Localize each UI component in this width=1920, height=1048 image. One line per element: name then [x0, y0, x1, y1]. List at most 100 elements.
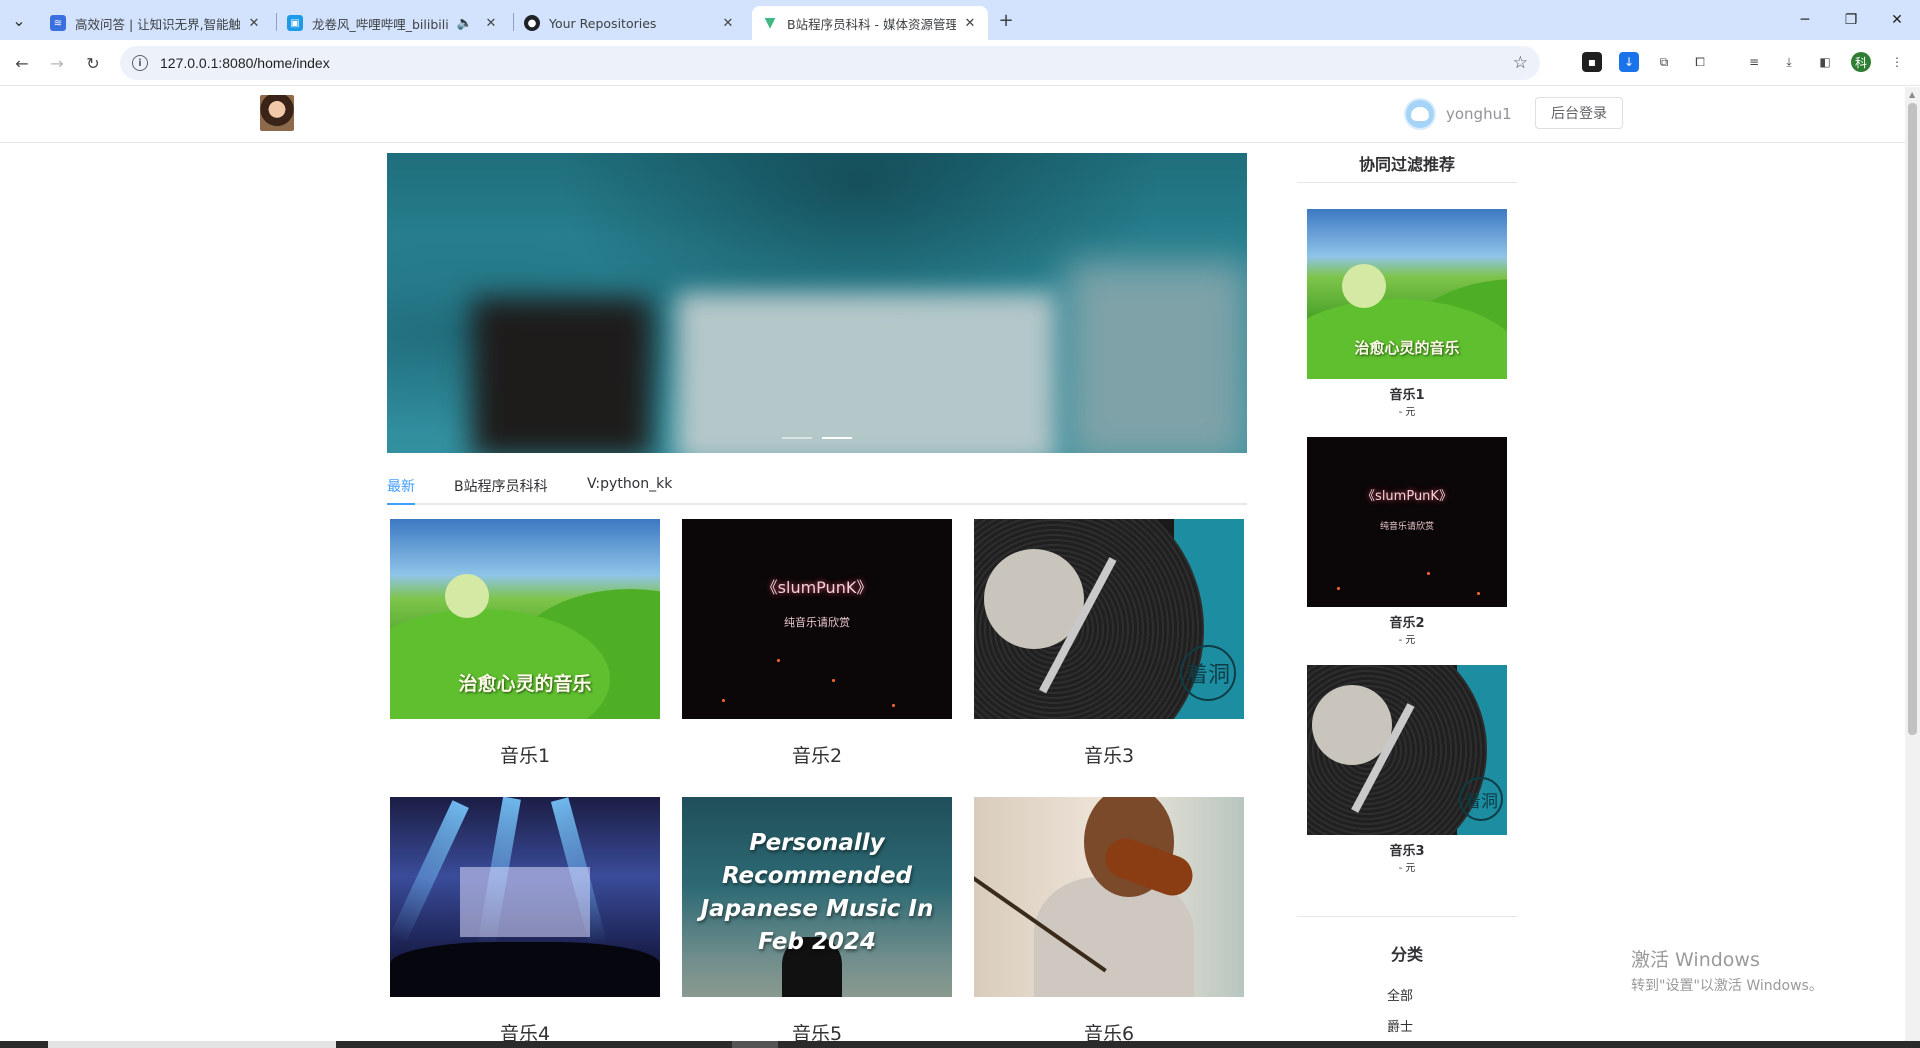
puzzle-extensions-icon[interactable]: ⧠ [1690, 52, 1710, 72]
close-window-button[interactable]: ✕ [1874, 0, 1920, 40]
page-scrollbar[interactable]: ▲ [1905, 87, 1920, 1041]
recommend-item[interactable]: 治愈心灵的音乐 音乐1 - 元 [1307, 209, 1507, 418]
art-shape [390, 800, 469, 944]
profile-avatar[interactable]: 科 [1851, 52, 1871, 72]
media-card[interactable]: 音乐4 [390, 797, 660, 1046]
carousel-image-shape [1067, 263, 1247, 453]
media-thumbnail[interactable] [390, 797, 660, 997]
downloads-icon[interactable]: ⤓ [1779, 52, 1799, 72]
taskbar-app[interactable] [732, 1041, 778, 1048]
address-bar[interactable]: i 127.0.0.1:8080/home/index ☆ [120, 46, 1540, 80]
thumbnail-caption: 治愈心灵的音乐 [1354, 339, 1460, 357]
category-jazz[interactable]: 爵士 [1387, 1016, 1413, 1035]
user-avatar[interactable] [1404, 98, 1436, 130]
tab-label: 高效问答 | 让知识无界,智能触手 [75, 16, 240, 32]
watermark-line-1: 激活 Windows [1631, 949, 1760, 971]
taskbar-search[interactable] [48, 1041, 336, 1048]
banner-carousel[interactable] [387, 153, 1247, 453]
username[interactable]: yonghu1 [1446, 105, 1512, 123]
profile-initial: 科 [1854, 55, 1867, 70]
copy-extension-icon[interactable]: ⧉ [1654, 52, 1674, 72]
ai-icon: ≋ [50, 15, 66, 31]
back-arrow-icon[interactable]: ← [9, 50, 35, 76]
recommend-item[interactable]: 《slumPunK》 纯音乐请欣赏 音乐2 - 元 [1307, 437, 1507, 646]
reload-icon[interactable]: ↻ [80, 50, 106, 76]
media-thumbnail[interactable]: 着洞 [974, 519, 1244, 719]
art-spark [832, 679, 835, 682]
browser-tab-1[interactable]: ≋ 高效问答 | 让知识无界,智能触手 ✕ [40, 6, 272, 40]
recommend-thumbnail[interactable]: 《slumPunK》 纯音乐请欣赏 [1307, 437, 1507, 607]
github-icon: ● [524, 15, 540, 31]
carousel-image-shape [677, 293, 1057, 453]
extension-icon[interactable]: ▪ [1582, 52, 1602, 72]
site-info-icon[interactable]: i [132, 55, 148, 71]
more-menu-icon[interactable]: ⋮ [1887, 52, 1907, 72]
media-title[interactable]: 音乐2 [682, 741, 952, 768]
recommend-thumbnail[interactable]: 着洞 [1307, 665, 1507, 835]
download-extension-icon[interactable]: ↓ [1619, 52, 1639, 72]
media-title[interactable]: 音乐1 [390, 741, 660, 768]
art-spark [892, 704, 895, 707]
sidebar-title: 协同过滤推荐 [1297, 143, 1517, 183]
media-card[interactable]: 治愈心灵的音乐 音乐1 [390, 519, 660, 768]
thumbnail-caption: 着洞 [1180, 645, 1236, 701]
media-card[interactable]: 着洞 音乐3 [974, 519, 1244, 768]
speaker-icon[interactable]: 🔈 [457, 15, 473, 31]
thumbnail-caption: 治愈心灵的音乐 [458, 673, 592, 695]
recommend-thumbnail[interactable]: 治愈心灵的音乐 [1307, 209, 1507, 379]
art-shape [460, 867, 590, 937]
tab-python-kk[interactable]: V:python_kk [587, 476, 672, 505]
close-icon[interactable]: ✕ [483, 15, 499, 31]
recommend-title[interactable]: 音乐1 [1307, 384, 1507, 403]
minimize-button[interactable]: ─ [1782, 0, 1828, 40]
forward-arrow-icon[interactable]: → [44, 50, 70, 76]
close-icon[interactable]: ✕ [246, 15, 262, 31]
tab-search-chevron-icon[interactable]: ⌄ [8, 9, 30, 31]
site-logo[interactable] [260, 95, 294, 131]
close-icon[interactable]: ✕ [720, 15, 736, 31]
art-spark [1477, 592, 1480, 595]
site-header: yonghu1 后台登录 [0, 87, 1905, 143]
thumbnail-subcaption: 纯音乐请欣赏 [784, 616, 850, 629]
side-panel-icon[interactable]: ◧ [1815, 52, 1835, 72]
media-control-icon[interactable]: ≡ [1744, 52, 1764, 72]
category-all[interactable]: 全部 [1387, 985, 1413, 1004]
media-card[interactable]: 音乐6 [974, 797, 1244, 1046]
admin-login-button[interactable]: 后台登录 [1535, 97, 1623, 129]
tab-label: B站程序员科科 - 媒体资源管理 [787, 16, 956, 32]
new-tab-button[interactable]: + [994, 8, 1018, 32]
media-title[interactable]: 音乐3 [974, 741, 1244, 768]
recommend-title[interactable]: 音乐2 [1307, 612, 1507, 631]
thumbnail-subcaption: 纯音乐请欣赏 [1379, 522, 1434, 532]
carousel-indicator-1[interactable] [782, 437, 812, 439]
recommend-title[interactable]: 音乐3 [1307, 840, 1507, 859]
art-spark [1427, 572, 1430, 575]
bookmark-star-icon[interactable]: ☆ [1513, 53, 1528, 73]
recommend-sidebar: 协同过滤推荐 治愈心灵的音乐 音乐1 - 元 《slumPunK》 纯音乐请欣赏… [1297, 143, 1517, 1035]
browser-tab-2[interactable]: ▣ 龙卷风_哔哩哔哩_bilibili 🔈 ✕ [277, 6, 509, 40]
address-url[interactable]: 127.0.0.1:8080/home/index [160, 55, 330, 71]
recommend-item[interactable]: 着洞 音乐3 - 元 [1307, 665, 1507, 874]
art-shape [445, 574, 489, 618]
media-thumbnail[interactable] [974, 797, 1244, 997]
watermark-line-2: 转到"设置"以激活 Windows。 [1631, 978, 1823, 994]
carousel-image-shape [472, 298, 652, 453]
scroll-up-arrow-icon[interactable]: ▲ [1909, 90, 1915, 99]
tab-latest[interactable]: 最新 [387, 476, 415, 505]
media-thumbnail[interactable]: 治愈心灵的音乐 [390, 519, 660, 719]
windows-activation-watermark: 激活 Windows 转到"设置"以激活 Windows。 [1631, 945, 1823, 995]
thumbnail-caption: 《slumPunK》 [1362, 489, 1452, 504]
media-card[interactable]: Personally Recommended Japanese Music In… [682, 797, 952, 1046]
media-card[interactable]: 《slumPunK》 纯音乐请欣赏 音乐2 [682, 519, 952, 768]
carousel-indicator-2[interactable] [822, 437, 852, 439]
media-thumbnail[interactable]: Personally Recommended Japanese Music In… [682, 797, 952, 997]
close-icon[interactable]: ✕ [962, 15, 978, 31]
tab-bilibili-kk[interactable]: B站程序员科科 [454, 476, 548, 505]
tab-label: 龙卷风_哔哩哔哩_bilibili [312, 16, 449, 32]
restore-button[interactable]: ❐ [1828, 0, 1874, 40]
browser-tab-4-active[interactable]: ▼ B站程序员科科 - 媒体资源管理 ✕ [752, 6, 988, 40]
scrollbar-thumb[interactable] [1908, 103, 1917, 735]
carousel-indicators [782, 437, 852, 439]
browser-tab-3[interactable]: ● Your Repositories ✕ [514, 6, 746, 40]
media-thumbnail[interactable]: 《slumPunK》 纯音乐请欣赏 [682, 519, 952, 719]
